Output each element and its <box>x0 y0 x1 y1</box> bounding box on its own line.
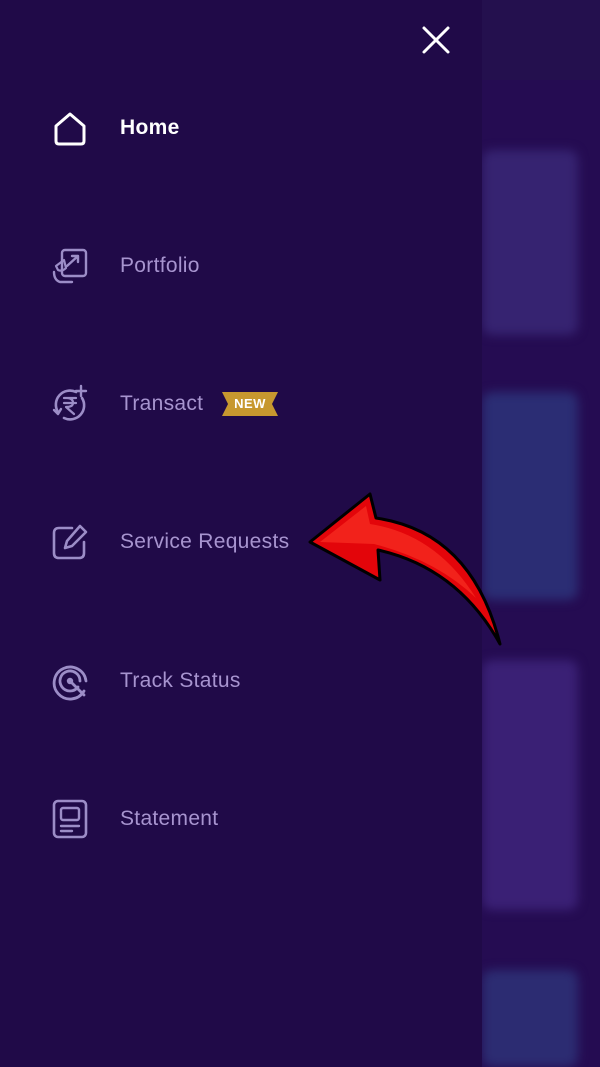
statement-icon <box>50 799 90 839</box>
menu-item-statement[interactable]: Statement <box>0 779 482 859</box>
menu-item-label: Transact <box>120 392 204 415</box>
menu-item-label: Portfolio <box>120 254 200 277</box>
red-curved-arrow-icon <box>308 492 502 646</box>
close-icon <box>422 26 450 54</box>
rupee-refresh-icon <box>50 384 90 424</box>
home-icon <box>50 108 90 148</box>
close-button[interactable] <box>414 18 458 62</box>
track-icon <box>50 661 90 701</box>
portfolio-icon <box>50 246 90 286</box>
menu-item-label: Service Requests <box>120 530 290 553</box>
background-card <box>482 150 578 335</box>
menu-item-home[interactable]: Home <box>0 88 482 168</box>
menu-item-label: Statement <box>120 807 219 830</box>
background-header <box>482 0 600 80</box>
background-card <box>482 660 578 910</box>
menu-item-label: Home <box>120 116 180 139</box>
edit-icon <box>50 522 90 562</box>
menu-item-portfolio[interactable]: Portfolio <box>0 226 482 306</box>
menu-item-transact[interactable]: Transact NEW <box>0 364 482 444</box>
menu-item-label: Track Status <box>120 669 241 692</box>
new-badge-label: NEW <box>234 396 266 411</box>
background-card <box>482 970 578 1067</box>
new-badge: NEW <box>222 392 278 416</box>
